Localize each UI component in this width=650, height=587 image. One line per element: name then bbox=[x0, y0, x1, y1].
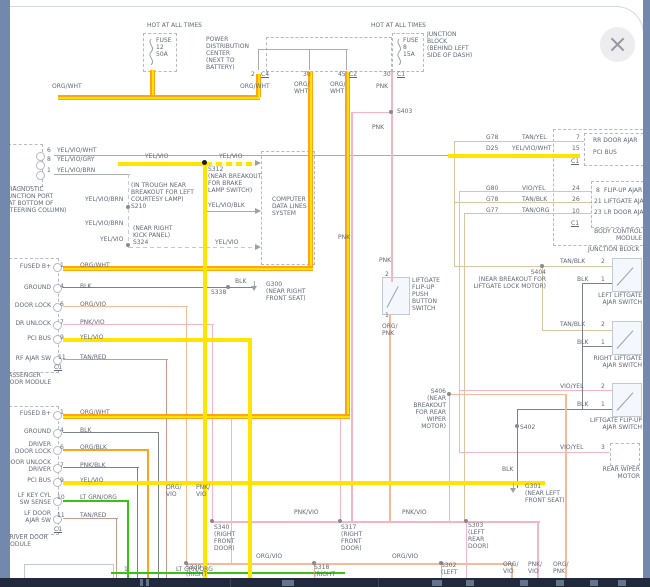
taskbar-separator bbox=[230, 578, 231, 587]
taskbar-icon[interactable] bbox=[432, 580, 442, 586]
taskbar-icon[interactable] bbox=[618, 580, 626, 586]
wiring-diagram-screen: HOT AT ALL TIMES FUSE 12 50A POWER DISTR… bbox=[0, 0, 650, 587]
taskbar-icon[interactable] bbox=[466, 580, 474, 586]
taskbar-separator bbox=[378, 578, 379, 587]
left-frame-strip bbox=[0, 0, 10, 578]
close-icon: × bbox=[607, 30, 627, 58]
taskbar-icon[interactable] bbox=[556, 580, 564, 586]
taskbar-icon[interactable] bbox=[520, 580, 528, 586]
viewer-card-border bbox=[10, 6, 644, 587]
close-button[interactable]: × bbox=[600, 27, 635, 62]
taskbar-icon[interactable] bbox=[140, 579, 143, 586]
right-frame-strip bbox=[643, 0, 650, 578]
taskbar-icon[interactable] bbox=[590, 580, 598, 586]
taskbar[interactable] bbox=[0, 578, 650, 587]
taskbar-icon[interactable] bbox=[146, 579, 149, 586]
taskbar-icon[interactable] bbox=[282, 580, 294, 586]
